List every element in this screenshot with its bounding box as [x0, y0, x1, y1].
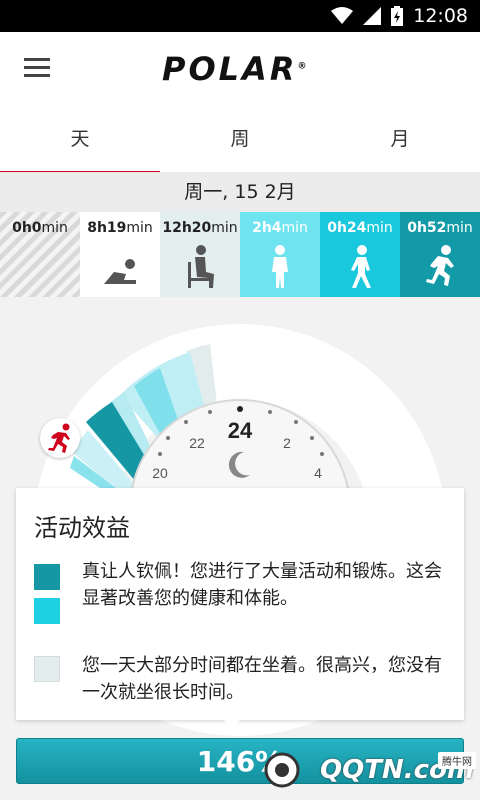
- sitting-icon: [188, 245, 214, 288]
- card-title: 活动效益: [34, 514, 130, 542]
- dial-hour-4: 4: [314, 465, 322, 481]
- dial-hour-2: 2: [283, 435, 291, 451]
- walking-icon: [351, 245, 371, 288]
- tab-month[interactable]: 月: [320, 108, 480, 172]
- dial-hour-22: 22: [189, 435, 205, 451]
- activity-benefit-card: 活动效益 真让人钦佩！您进行了大量活动和锻炼。这会显著改善您的健康和体能。 您一…: [16, 488, 464, 720]
- legend-swatch-vigorous: [34, 564, 60, 590]
- sleeping-icon: [104, 259, 136, 284]
- zone-sleep[interactable]: 8h19min: [80, 212, 160, 297]
- watermark-logo-icon: [264, 752, 300, 788]
- standing-icon: [272, 245, 288, 288]
- period-tabs: 天 周 月: [0, 108, 480, 174]
- signal-icon: [363, 7, 382, 25]
- zone-vigorous[interactable]: 0h52min: [400, 212, 480, 297]
- watermark-badge: 腾牛网: [438, 752, 476, 769]
- zone-rest[interactable]: 0h0min: [0, 212, 80, 297]
- polar-logo: POLAR®: [162, 50, 307, 88]
- benefit-text-activity: 真让人钦佩！您进行了大量活动和锻炼。这会显著改善您的健康和体能。: [82, 561, 442, 609]
- date-label: 周一, 15 2月: [0, 172, 480, 212]
- dial-center-label: 24: [228, 418, 253, 443]
- zone-moderate[interactable]: 0h24min: [320, 212, 400, 297]
- running-red-icon: [48, 423, 70, 453]
- zone-light[interactable]: 2h4min: [240, 212, 320, 297]
- app-bar: POLAR®: [0, 32, 480, 108]
- dial-hour-20: 20: [152, 465, 168, 481]
- battery-charging-icon: [391, 6, 404, 26]
- running-badge[interactable]: [40, 418, 80, 458]
- activity-zones: 0h0min 8h19min 12h20min 2h4min 0h24min 0…: [0, 212, 480, 297]
- card-pointer: [222, 718, 242, 728]
- status-bar: 12:08: [0, 0, 480, 32]
- status-time: 12:08: [413, 5, 468, 27]
- legend-swatch-moderate: [34, 598, 60, 624]
- tab-week[interactable]: 周: [160, 108, 320, 172]
- wifi-icon: [331, 7, 354, 24]
- running-icon: [426, 245, 454, 286]
- tab-day[interactable]: 天: [0, 108, 160, 174]
- hamburger-menu-icon[interactable]: [24, 58, 50, 78]
- dial-midnight-dot: [237, 406, 243, 412]
- legend-swatch-sitting: [34, 656, 60, 682]
- benefit-text-sitting: 您一天大部分时间都在坐着。很高兴，您没有一次就坐很长时间。: [82, 655, 442, 703]
- zone-sit[interactable]: 12h20min: [160, 212, 240, 297]
